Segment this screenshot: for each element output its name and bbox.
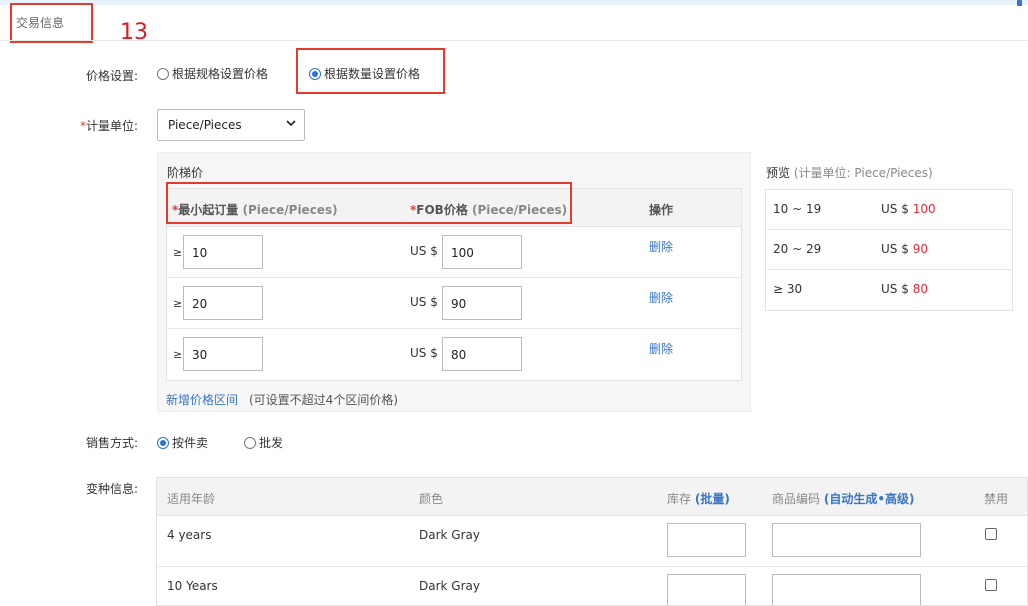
- unit-select[interactable]: Piece/Pieces: [157, 109, 305, 141]
- stock-input[interactable]: [667, 523, 746, 557]
- col-color: 颜色: [419, 492, 444, 506]
- col-stock: 库存 (批量): [667, 492, 730, 506]
- currency-label: US $: [410, 346, 438, 360]
- annotation-box-price-setting: [296, 48, 445, 94]
- disable-checkbox[interactable]: [985, 528, 997, 540]
- add-price-range-link[interactable]: 新增价格区间: [166, 391, 238, 408]
- radio-wholesale[interactable]: 批发: [244, 434, 283, 451]
- sales-method-label: 销售方式:: [85, 436, 138, 450]
- chevron-down-icon: [286, 118, 296, 131]
- sku-input[interactable]: [772, 574, 921, 605]
- variants-header: 适用年龄 颜色 库存 (批量) 商品编码 (自动生成•高级) 禁用: [157, 478, 1027, 516]
- col-disable: 禁用: [984, 492, 1009, 506]
- preview-row: ≥ 30 US $ 80: [773, 282, 928, 296]
- col-sku: 商品编码 (自动生成•高级): [772, 492, 915, 506]
- price-setting-label: 价格设置:: [85, 69, 138, 83]
- preview-title: 预览 (计量单位: Piece/Pieces): [766, 166, 933, 180]
- min-qty-input[interactable]: 10: [183, 235, 263, 269]
- sku-generate-link[interactable]: (自动生成•高级): [824, 492, 915, 506]
- radio-sell-by-piece[interactable]: 按件卖: [157, 434, 208, 451]
- delete-link[interactable]: 删除: [649, 340, 673, 357]
- tier-price-title: 阶梯价: [167, 166, 204, 180]
- action-header: 操作: [649, 203, 674, 217]
- unit-select-value: Piece/Pieces: [168, 118, 242, 132]
- annotation-number: 13: [120, 20, 148, 45]
- scroll-indicator: [1017, 0, 1022, 6]
- table-row: ≥ 30 US $ 80 删除: [167, 329, 741, 380]
- sku-input[interactable]: [772, 523, 921, 557]
- currency-label: US $: [410, 244, 438, 258]
- radio-label: 根据规格设置价格: [172, 67, 269, 81]
- preview-row: 10 ~ 19 US $ 100: [766, 190, 1012, 230]
- top-bar: [0, 0, 1028, 5]
- table-row: ≥ 20 US $ 90 删除: [167, 278, 741, 329]
- annotation-box-tier-header: [166, 182, 572, 224]
- radio-icon: [244, 437, 256, 449]
- stock-input[interactable]: [667, 574, 746, 605]
- radio-label: 批发: [259, 436, 284, 450]
- radio-icon: [157, 68, 169, 80]
- variants-label: 变种信息:: [85, 482, 138, 496]
- radio-price-by-spec[interactable]: 根据规格设置价格: [157, 65, 268, 82]
- col-age: 适用年龄: [167, 492, 216, 506]
- disable-checkbox[interactable]: [985, 579, 997, 591]
- radio-checked-icon: [157, 437, 169, 449]
- ge-symbol: ≥: [173, 297, 183, 310]
- min-qty-input[interactable]: 20: [183, 286, 263, 320]
- variants-table: 适用年龄 颜色 库存 (批量) 商品编码 (自动生成•高级) 禁用 4 year…: [156, 477, 1028, 606]
- preview-row: 20 ~ 29 US $ 90: [766, 230, 1012, 270]
- ge-symbol: ≥: [173, 246, 183, 259]
- unit-label: *计量单位:: [79, 119, 138, 133]
- delete-link[interactable]: 删除: [649, 238, 673, 255]
- section-divider: [0, 40, 1028, 41]
- fob-price-input[interactable]: 90: [442, 286, 522, 320]
- delete-link[interactable]: 删除: [649, 289, 673, 306]
- table-row: 10 Years Dark Gray: [157, 567, 1027, 605]
- min-qty-input[interactable]: 30: [183, 337, 263, 371]
- currency-label: US $: [410, 295, 438, 309]
- ge-symbol: ≥: [173, 348, 183, 361]
- table-row: ≥ 10 US $ 100 删除: [167, 227, 741, 278]
- stock-batch-link[interactable]: (批量): [695, 492, 730, 506]
- add-price-range-note: (可设置不超过4个区间价格): [249, 393, 398, 407]
- table-row: 4 years Dark Gray: [157, 516, 1027, 567]
- annotation-box-title: [10, 3, 93, 43]
- preview-table: 10 ~ 19 US $ 100 20 ~ 29 US $ 90 ≥ 30 US…: [765, 189, 1013, 311]
- fob-price-input[interactable]: 80: [442, 337, 522, 371]
- radio-label: 按件卖: [172, 436, 209, 450]
- fob-price-input[interactable]: 100: [442, 235, 522, 269]
